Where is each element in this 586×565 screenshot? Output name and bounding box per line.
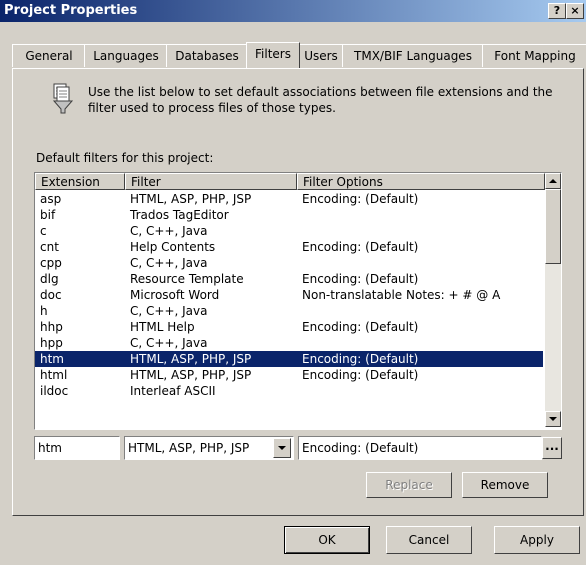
default-filters-label: Default filters for this project: [36, 151, 214, 165]
close-button[interactable]: × [566, 3, 584, 19]
scroll-down-button[interactable] [545, 411, 561, 427]
filter-options-field[interactable]: Encoding: (Default) [298, 436, 542, 460]
tab-databases[interactable]: Databases [166, 44, 248, 67]
cancel-button[interactable]: Cancel [386, 526, 472, 554]
scroll-thumb[interactable] [545, 189, 561, 264]
table-row[interactable]: bif Trados TagEditor [35, 207, 543, 223]
cell-extension: dlg [40, 272, 59, 286]
cell-extension: asp [40, 192, 62, 206]
table-row[interactable]: ildoc Interleaf ASCII [35, 383, 543, 399]
cell-extension: hhp [40, 320, 63, 334]
tab-general[interactable]: General [12, 44, 86, 67]
tab-languages[interactable]: Languages [84, 44, 168, 67]
table-row[interactable]: hhp HTML Help Encoding: (Default) [35, 319, 543, 335]
table-row[interactable]: cpp C, C++, Java [35, 255, 543, 271]
table-row[interactable]: cnt Help Contents Encoding: (Default) [35, 239, 543, 255]
cell-filter: Resource Template [130, 272, 244, 286]
cell-extension: htm [40, 352, 64, 366]
chevron-down-icon [278, 446, 286, 450]
cell-extension: cpp [40, 256, 62, 270]
cell-extension: doc [40, 288, 62, 302]
cell-extension: hpp [40, 336, 63, 350]
table-row[interactable]: asp HTML, ASP, PHP, JSP Encoding: (Default… [35, 191, 543, 207]
tab-font-mapping[interactable]: Font Mapping [482, 44, 586, 67]
title-bar: Project Properties ? × [0, 0, 586, 22]
cell-filter: C, C++, Java [130, 256, 208, 270]
table-row[interactable]: htm HTML, ASP, PHP, JSP Encoding: (Default… [35, 351, 543, 367]
replace-button[interactable]: Replace [366, 472, 452, 498]
cell-filter: C, C++, Java [130, 224, 208, 238]
cell-filter: Trados TagEditor [130, 208, 229, 222]
table-row[interactable]: c C, C++, Java [35, 223, 543, 239]
arrow-up-icon [549, 179, 557, 183]
cell-filter-options: Encoding: (Default) [302, 192, 419, 206]
cell-filter-options: Encoding: (Default) [302, 240, 419, 254]
cell-filter: Interleaf ASCII [130, 384, 216, 398]
column-header-extension[interactable]: Extension [35, 173, 125, 190]
document-filter-icon [50, 82, 76, 114]
apply-button[interactable]: Apply [494, 526, 580, 554]
window-title: Project Properties [4, 3, 138, 18]
cell-filter: Help Contents [130, 240, 216, 254]
cell-filter: C, C++, Java [130, 336, 208, 350]
help-button[interactable]: ? [548, 3, 566, 19]
ok-button[interactable]: OK [284, 526, 370, 554]
tab-users[interactable]: Users [298, 44, 344, 67]
cell-extension: h [40, 304, 48, 318]
cell-filter-options: Encoding: (Default) [302, 352, 419, 366]
cell-extension: cnt [40, 240, 59, 254]
cell-filter: HTML, ASP, PHP, JSP [130, 352, 252, 366]
arrow-down-icon [549, 417, 557, 421]
list-header: Extension Filter Filter Options [35, 173, 545, 191]
filter-select-value: HTML, ASP, PHP, JSP [128, 441, 250, 455]
tab-filters[interactable]: Filters [246, 42, 300, 68]
column-header-filter[interactable]: Filter [125, 173, 297, 190]
cell-filter-options: Encoding: (Default) [302, 272, 419, 286]
table-row[interactable]: dlg Resource Template Encoding: (Default) [35, 271, 543, 287]
cell-filter: HTML, ASP, PHP, JSP [130, 368, 252, 382]
filters-list[interactable]: Extension Filter Filter Options asp HTML,… [34, 172, 562, 430]
table-row[interactable]: hpp C, C++, Java [35, 335, 543, 351]
cell-extension: bif [40, 208, 56, 222]
cell-filter-options: Encoding: (Default) [302, 320, 419, 334]
cell-filter: Microsoft Word [130, 288, 220, 302]
cell-filter-options: Non-translatable Notes: + # @ A [302, 288, 501, 302]
cell-filter-options: Encoding: (Default) [302, 368, 419, 382]
cell-filter: C, C++, Java [130, 304, 208, 318]
vertical-scrollbar[interactable] [545, 173, 561, 427]
filter-select[interactable]: HTML, ASP, PHP, JSP [124, 436, 294, 460]
filter-dropdown-button[interactable] [273, 438, 291, 458]
table-row[interactable]: doc Microsoft Word Non-translatable Notes:… [35, 287, 543, 303]
column-header-filter-options[interactable]: Filter Options [297, 173, 545, 190]
remove-button[interactable]: Remove [462, 472, 548, 498]
cell-filter: HTML, ASP, PHP, JSP [130, 192, 252, 206]
cell-extension: c [40, 224, 47, 238]
table-row[interactable]: html HTML, ASP, PHP, JSP Encoding: (Defaul… [35, 367, 543, 383]
tab-tmx-bif-languages[interactable]: TMX/BIF Languages [342, 44, 484, 67]
scroll-up-button[interactable] [545, 173, 561, 189]
extension-input[interactable]: htm [34, 436, 120, 460]
cell-extension: html [40, 368, 68, 382]
table-row[interactable]: h C, C++, Java [35, 303, 543, 319]
description-text: Use the list below to set default associ… [88, 85, 553, 115]
cell-filter: HTML Help [130, 320, 195, 334]
browse-options-button[interactable]: ... [542, 437, 562, 459]
cell-extension: ildoc [40, 384, 69, 398]
